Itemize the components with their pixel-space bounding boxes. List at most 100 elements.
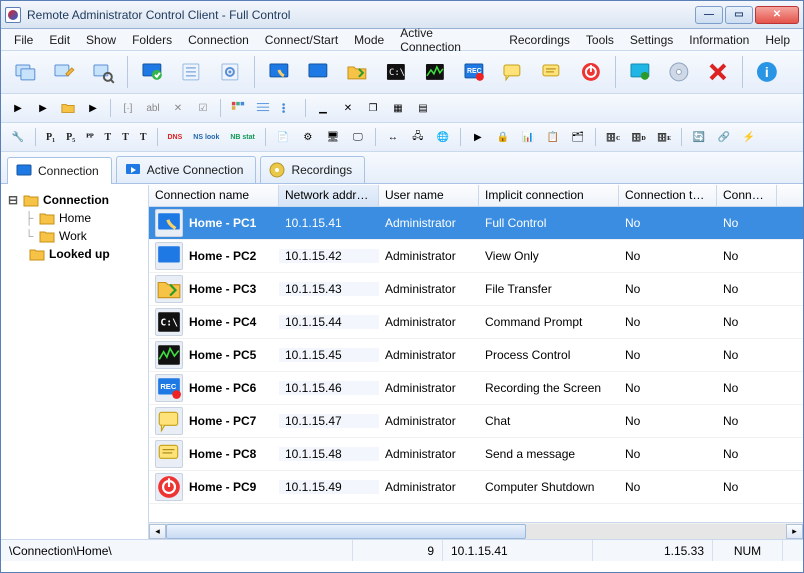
menu-active-connection[interactable]: Active Connection: [393, 24, 500, 56]
search-connection-icon[interactable]: [85, 54, 121, 90]
run-icon[interactable]: ▶: [467, 126, 489, 148]
p1-button[interactable]: P₁: [42, 126, 59, 148]
link-icon[interactable]: 🔗: [713, 126, 735, 148]
scroll-right-icon[interactable]: ▸: [786, 524, 803, 539]
settings-icon[interactable]: [212, 54, 248, 90]
menu-information[interactable]: Information: [682, 31, 756, 49]
horizontal-scrollbar[interactable]: ◂ ▸: [149, 522, 803, 539]
textbox-icon[interactable]: abl: [142, 97, 164, 119]
tile-icon[interactable]: ▦: [387, 97, 409, 119]
column-header[interactable]: Connecti: [717, 185, 777, 206]
minimize-button[interactable]: —: [695, 6, 723, 24]
command-prompt-icon[interactable]: C:\: [378, 54, 414, 90]
table-row[interactable]: Home - PC510.1.15.45AdministratorProcess…: [149, 339, 803, 372]
p5-button[interactable]: P₅: [62, 126, 79, 148]
checkbox-icon[interactable]: ☑: [192, 97, 214, 119]
tool-a-icon[interactable]: 🔒: [492, 126, 514, 148]
record-icon[interactable]: REC: [456, 54, 492, 90]
play-all-icon[interactable]: ▶: [32, 97, 54, 119]
play-icon[interactable]: ▶: [7, 97, 29, 119]
pp-button[interactable]: ᴾᴾ: [82, 126, 97, 148]
menu-tools[interactable]: Tools: [579, 31, 621, 49]
nslook-button[interactable]: NS look: [189, 126, 223, 148]
message-icon[interactable]: [534, 54, 570, 90]
wrench-icon[interactable]: 🔧: [7, 126, 29, 148]
net2-icon[interactable]: 🖧: [407, 126, 429, 148]
menu-file[interactable]: File: [7, 31, 40, 49]
grid3-icon[interactable]: [277, 97, 299, 119]
list-icon[interactable]: [173, 54, 209, 90]
maximize-button[interactable]: ▭: [725, 6, 753, 24]
menu-edit[interactable]: Edit: [42, 31, 77, 49]
tool-d-icon[interactable]: 🗂: [567, 126, 589, 148]
globe-icon[interactable]: 🌐: [432, 126, 454, 148]
tile2-icon[interactable]: ▤: [412, 97, 434, 119]
disc-icon[interactable]: [661, 54, 697, 90]
cascade-icon[interactable]: ❐: [362, 97, 384, 119]
edit-connection-icon[interactable]: [46, 54, 82, 90]
scroll-track[interactable]: [166, 524, 786, 539]
t2-button[interactable]: T: [118, 126, 133, 148]
min-window-icon[interactable]: ▁: [312, 97, 334, 119]
menu-help[interactable]: Help: [758, 31, 797, 49]
chat-icon[interactable]: [495, 54, 531, 90]
action-icon[interactable]: ⚡: [738, 126, 760, 148]
doc-icon[interactable]: 📄: [272, 126, 294, 148]
column-header[interactable]: Network address: [279, 185, 379, 206]
new-connection-icon[interactable]: [7, 54, 43, 90]
info-icon[interactable]: i: [749, 54, 785, 90]
screen-icon[interactable]: [622, 54, 658, 90]
clear-icon[interactable]: ✕: [167, 97, 189, 119]
table-row[interactable]: Home - PC810.1.15.48AdministratorSend a …: [149, 438, 803, 471]
table-row[interactable]: Home - PC910.1.15.49AdministratorCompute…: [149, 471, 803, 504]
menu-mode[interactable]: Mode: [347, 31, 391, 49]
column-header[interactable]: User name: [379, 185, 479, 206]
resize-grip[interactable]: [783, 540, 803, 561]
close-button[interactable]: ✕: [755, 6, 799, 24]
table-row[interactable]: Home - PC310.1.15.43AdministratorFile Tr…: [149, 273, 803, 306]
menu-recordings[interactable]: Recordings: [502, 31, 577, 49]
delete-icon[interactable]: [700, 54, 736, 90]
grid2-icon[interactable]: [252, 97, 274, 119]
connection-tree[interactable]: ⊟ Connection ├ Home └ Work Looked up: [1, 185, 149, 539]
refresh-icon[interactable]: 🔄: [688, 126, 710, 148]
menu-folders[interactable]: Folders: [125, 31, 179, 49]
grid1-icon[interactable]: [227, 97, 249, 119]
he-button[interactable]: 🗄ᴇ: [653, 126, 675, 148]
table-row[interactable]: Home - PC210.1.15.42AdministratorView On…: [149, 240, 803, 273]
brackets-icon[interactable]: [·]: [117, 97, 139, 119]
table-row[interactable]: C:\Home - PC410.1.15.44AdministratorComm…: [149, 306, 803, 339]
tab-connection[interactable]: Connection: [7, 157, 112, 184]
hc-button[interactable]: 🗄ᴄ: [602, 126, 624, 148]
tree-item-work[interactable]: └ Work: [5, 227, 146, 245]
tab-active-connection[interactable]: Active Connection: [116, 156, 257, 183]
column-header[interactable]: Implicit connection: [479, 185, 619, 206]
scroll-thumb[interactable]: [166, 524, 526, 539]
open-folder-icon[interactable]: [57, 97, 79, 119]
pc-icon[interactable]: 🖥: [322, 126, 344, 148]
shutdown-icon[interactable]: [573, 54, 609, 90]
process-control-icon[interactable]: [417, 54, 453, 90]
display-icon[interactable]: 🖵: [347, 126, 369, 148]
tree-lookedup[interactable]: Looked up: [5, 245, 146, 263]
gear-small-icon[interactable]: ⚙: [297, 126, 319, 148]
tool-b-icon[interactable]: 📊: [517, 126, 539, 148]
full-control-icon[interactable]: [261, 54, 297, 90]
menu-connection[interactable]: Connection: [181, 31, 256, 49]
menu-settings[interactable]: Settings: [623, 31, 680, 49]
menu-connect-start[interactable]: Connect/Start: [258, 31, 345, 49]
scroll-left-icon[interactable]: ◂: [149, 524, 166, 539]
step-icon[interactable]: ▶: [82, 97, 104, 119]
tree-root[interactable]: ⊟ Connection: [5, 191, 146, 209]
table-row[interactable]: Home - PC110.1.15.41AdministratorFull Co…: [149, 207, 803, 240]
file-transfer-icon[interactable]: [339, 54, 375, 90]
menu-show[interactable]: Show: [79, 31, 123, 49]
tool-c-icon[interactable]: 📋: [542, 126, 564, 148]
tab-recordings[interactable]: Recordings: [260, 156, 365, 183]
column-header[interactable]: Connection name: [149, 185, 279, 206]
table-row[interactable]: Home - PC710.1.15.47AdministratorChatNoN…: [149, 405, 803, 438]
close-window-icon[interactable]: ✕: [337, 97, 359, 119]
column-header[interactable]: Connection t…: [619, 185, 717, 206]
t3-button[interactable]: T: [136, 126, 151, 148]
table-row[interactable]: RECHome - PC610.1.15.46AdministratorReco…: [149, 372, 803, 405]
